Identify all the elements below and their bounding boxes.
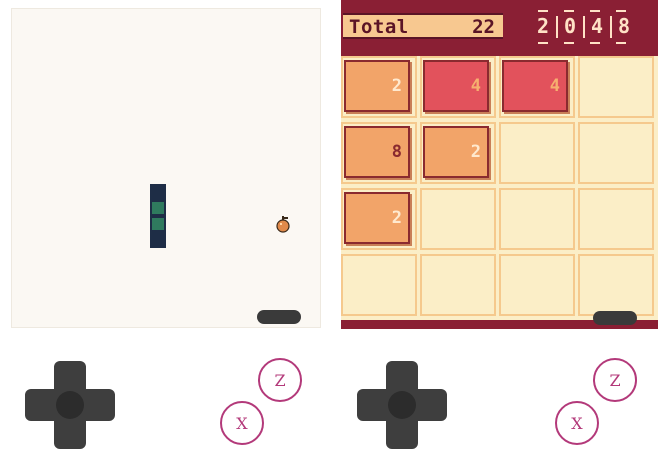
snake-game-screen[interactable] bbox=[11, 8, 321, 328]
tile-value: 2 bbox=[391, 208, 402, 228]
target-digit: 0 bbox=[563, 14, 577, 38]
grid-cell bbox=[578, 122, 654, 184]
z-button[interactable]: Z bbox=[258, 358, 302, 402]
z-button[interactable]: Z bbox=[593, 358, 637, 402]
dpad[interactable] bbox=[357, 361, 447, 449]
tile-2: 2 bbox=[344, 192, 410, 244]
snake-segment bbox=[150, 216, 166, 232]
grid-cell bbox=[499, 122, 575, 184]
tile-4: 4 bbox=[502, 60, 568, 112]
menu-button[interactable] bbox=[593, 311, 637, 325]
tile-4: 4 bbox=[423, 60, 489, 112]
target-digit: 8 bbox=[617, 14, 631, 38]
snake-segment bbox=[150, 232, 166, 248]
tile-value: 2 bbox=[391, 76, 402, 96]
grid-cell bbox=[578, 254, 654, 316]
total-value: 22 bbox=[472, 16, 495, 38]
tile-8: 8 bbox=[344, 126, 410, 178]
apple-icon bbox=[276, 216, 290, 233]
tile-2: 2 bbox=[344, 60, 410, 112]
grid-cell bbox=[341, 254, 417, 316]
grid-cell bbox=[578, 56, 654, 118]
tile-value: 8 bbox=[391, 142, 402, 162]
dpad-center bbox=[56, 391, 84, 419]
tile-value: 4 bbox=[470, 76, 481, 96]
tile-grid: 2 4 4 8 2 2 bbox=[341, 56, 658, 320]
tile-value: 4 bbox=[549, 76, 560, 96]
puzzle-game-screen[interactable]: Total 22 2 0 4 8 244822 bbox=[341, 0, 658, 329]
target-digit: 4 bbox=[590, 14, 604, 38]
x-button[interactable]: X bbox=[555, 401, 599, 445]
x-button[interactable]: X bbox=[220, 401, 264, 445]
snake-segment bbox=[150, 184, 166, 200]
tile-2: 2 bbox=[423, 126, 489, 178]
grid-cell bbox=[499, 254, 575, 316]
total-score-box: Total 22 bbox=[343, 13, 503, 39]
target-number-display: 2 0 4 8 bbox=[531, 4, 641, 50]
target-digit: 2 bbox=[536, 14, 550, 38]
tile-value: 2 bbox=[470, 142, 481, 162]
dpad-center bbox=[388, 391, 416, 419]
grid-cell bbox=[420, 254, 496, 316]
grid-cell bbox=[420, 188, 496, 250]
menu-button[interactable] bbox=[257, 310, 301, 324]
total-label: Total bbox=[349, 16, 409, 38]
grid-cell bbox=[578, 188, 654, 250]
grid-cell bbox=[499, 188, 575, 250]
dpad[interactable] bbox=[25, 361, 115, 449]
score-header: Total 22 2 0 4 8 bbox=[341, 0, 658, 56]
snake-segment bbox=[150, 200, 166, 216]
